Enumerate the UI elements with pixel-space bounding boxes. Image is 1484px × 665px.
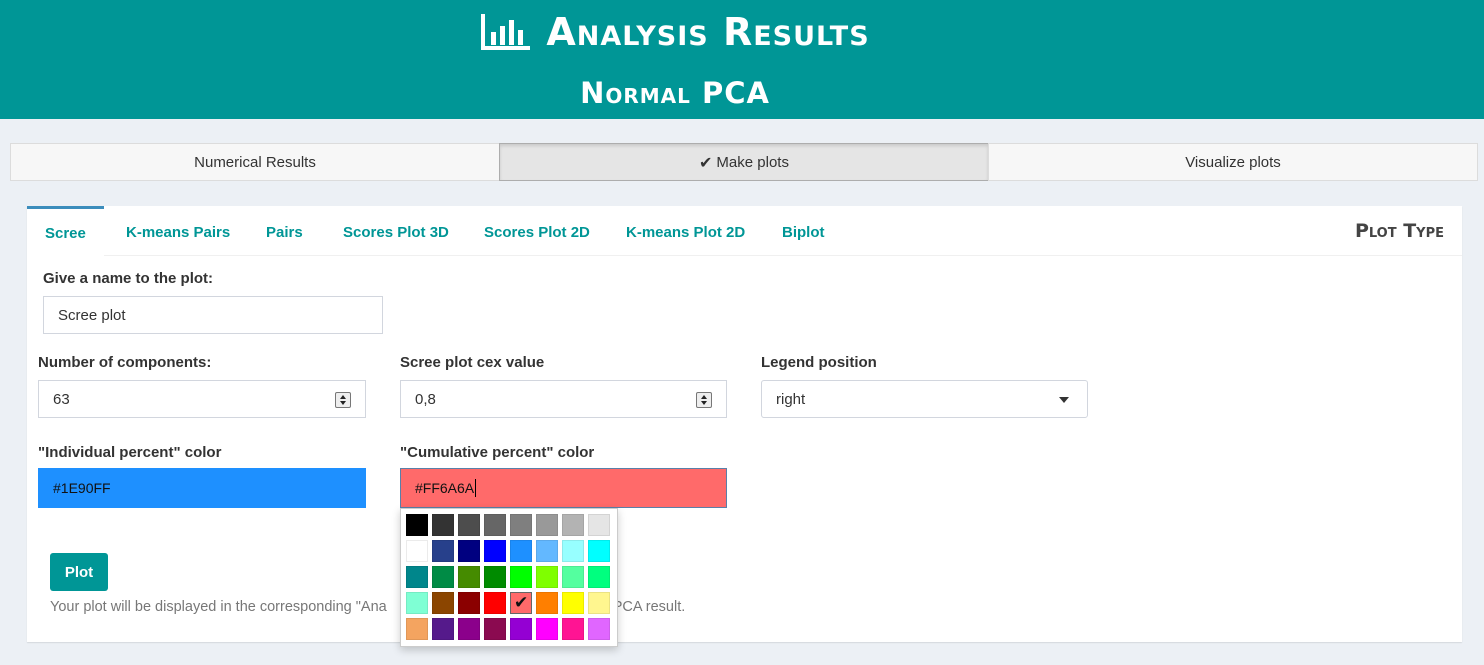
palette-row xyxy=(406,540,617,566)
tab-numerical-results[interactable]: Numerical Results xyxy=(10,143,500,181)
color-swatch[interactable] xyxy=(536,514,558,536)
color-swatch[interactable] xyxy=(432,618,454,640)
color-swatch[interactable] xyxy=(562,540,584,562)
color-swatch[interactable] xyxy=(588,540,610,562)
color-swatch[interactable] xyxy=(536,618,558,640)
tab-kmeans-pairs[interactable]: K-means Pairs xyxy=(108,206,248,256)
color-swatch[interactable] xyxy=(406,592,428,614)
plot-type-tabs: Scree K-means Pairs Pairs Scores Plot 3D… xyxy=(27,206,1462,256)
cex-input[interactable]: 0,8 xyxy=(400,380,727,418)
palette-row xyxy=(406,566,617,592)
color-palette-popup: ✔ xyxy=(400,508,618,647)
color-swatch[interactable] xyxy=(458,618,480,640)
check-icon: ✔ xyxy=(699,152,713,172)
tab-label: Visualize plots xyxy=(1185,153,1281,171)
color-swatch[interactable] xyxy=(562,514,584,536)
plot-settings-box: Scree K-means Pairs Pairs Scores Plot 3D… xyxy=(27,206,1462,642)
tab-make-plots[interactable]: ✔ Make plots xyxy=(499,143,989,181)
check-icon: ✔ xyxy=(514,593,529,613)
help-text-start: Your plot will be displayed in the corre… xyxy=(50,599,387,615)
tab-label: Make plots xyxy=(716,153,789,171)
color-swatch[interactable] xyxy=(484,592,506,614)
cex-stepper[interactable] xyxy=(696,392,712,408)
plot-type-heading: Plot Type xyxy=(1354,220,1444,242)
color-swatch[interactable] xyxy=(510,540,532,562)
components-value: 63 xyxy=(53,390,70,408)
color-swatch[interactable] xyxy=(588,618,610,640)
color-swatch[interactable] xyxy=(536,566,558,588)
legend-select[interactable]: right xyxy=(761,380,1088,418)
color-swatch[interactable] xyxy=(588,566,610,588)
color-swatch[interactable] xyxy=(536,592,558,614)
individual-color-label: "Individual percent" color xyxy=(38,444,222,461)
palette-row xyxy=(406,514,617,540)
text-caret xyxy=(475,479,477,497)
components-label: Number of components: xyxy=(38,354,212,371)
bar-chart-icon xyxy=(480,12,532,52)
tab-scree[interactable]: Scree xyxy=(27,206,104,256)
tab-kmeans-plot-2d[interactable]: K-means Plot 2D xyxy=(608,206,763,256)
plot-name-value: Scree plot xyxy=(58,306,126,324)
legend-label: Legend position xyxy=(761,354,877,371)
palette-row: ✔ xyxy=(406,592,617,618)
palette-row xyxy=(406,618,617,644)
tab-visualize-plots[interactable]: Visualize plots xyxy=(988,143,1478,181)
tab-biplot[interactable]: Biplot xyxy=(764,206,843,256)
color-swatch[interactable] xyxy=(562,618,584,640)
cumulative-color-label: "Cumulative percent" color xyxy=(400,444,595,461)
color-swatch[interactable] xyxy=(484,618,506,640)
app-header: Analysis Results Normal PCA xyxy=(0,0,1484,119)
color-swatch[interactable] xyxy=(406,514,428,536)
tab-label: Numerical Results xyxy=(194,153,316,171)
individual-color-value: #1E90FF xyxy=(53,480,111,496)
plot-button[interactable]: Plot xyxy=(50,553,108,591)
color-swatch[interactable] xyxy=(484,514,506,536)
page-title: Analysis Results xyxy=(480,10,869,54)
color-swatch[interactable] xyxy=(484,566,506,588)
color-swatch[interactable] xyxy=(562,566,584,588)
cumulative-color-input[interactable]: #FF6A6A xyxy=(400,468,727,508)
legend-value: right xyxy=(776,390,806,408)
color-swatch[interactable] xyxy=(536,540,558,562)
plot-name-input[interactable]: Scree plot xyxy=(43,296,383,334)
color-swatch[interactable] xyxy=(406,566,428,588)
color-swatch[interactable] xyxy=(510,566,532,588)
color-swatch[interactable] xyxy=(484,540,506,562)
color-swatch[interactable] xyxy=(510,618,532,640)
individual-color-input[interactable]: #1E90FF xyxy=(38,468,366,508)
color-swatch[interactable] xyxy=(458,592,480,614)
page-title-text: Analysis Results xyxy=(546,10,870,54)
top-nav: Numerical Results ✔ Make plots Visualize… xyxy=(10,143,1478,181)
color-swatch[interactable]: ✔ xyxy=(510,592,532,614)
tab-pairs[interactable]: Pairs xyxy=(248,206,321,256)
cumulative-color-value: #FF6A6A xyxy=(415,480,475,496)
tab-scores-plot-2d[interactable]: Scores Plot 2D xyxy=(466,206,608,256)
help-text-end: PCA result. xyxy=(612,599,686,615)
color-swatch[interactable] xyxy=(588,592,610,614)
tab-scores-plot-3d[interactable]: Scores Plot 3D xyxy=(325,206,467,256)
cex-value: 0,8 xyxy=(415,390,436,408)
color-swatch[interactable] xyxy=(588,514,610,536)
color-swatch[interactable] xyxy=(406,540,428,562)
cex-label: Scree plot cex value xyxy=(400,354,545,371)
chevron-down-icon xyxy=(1059,397,1069,403)
color-swatch[interactable] xyxy=(432,514,454,536)
page-subtitle: Normal PCA xyxy=(580,76,770,110)
color-swatch[interactable] xyxy=(510,514,532,536)
color-swatch[interactable] xyxy=(432,592,454,614)
color-swatch[interactable] xyxy=(432,540,454,562)
components-input[interactable]: 63 xyxy=(38,380,366,418)
color-swatch[interactable] xyxy=(458,514,480,536)
color-swatch[interactable] xyxy=(458,540,480,562)
color-swatch[interactable] xyxy=(406,618,428,640)
components-stepper[interactable] xyxy=(335,392,351,408)
color-swatch[interactable] xyxy=(432,566,454,588)
plot-name-label: Give a name to the plot: xyxy=(43,270,214,287)
color-swatch[interactable] xyxy=(562,592,584,614)
color-swatch[interactable] xyxy=(458,566,480,588)
